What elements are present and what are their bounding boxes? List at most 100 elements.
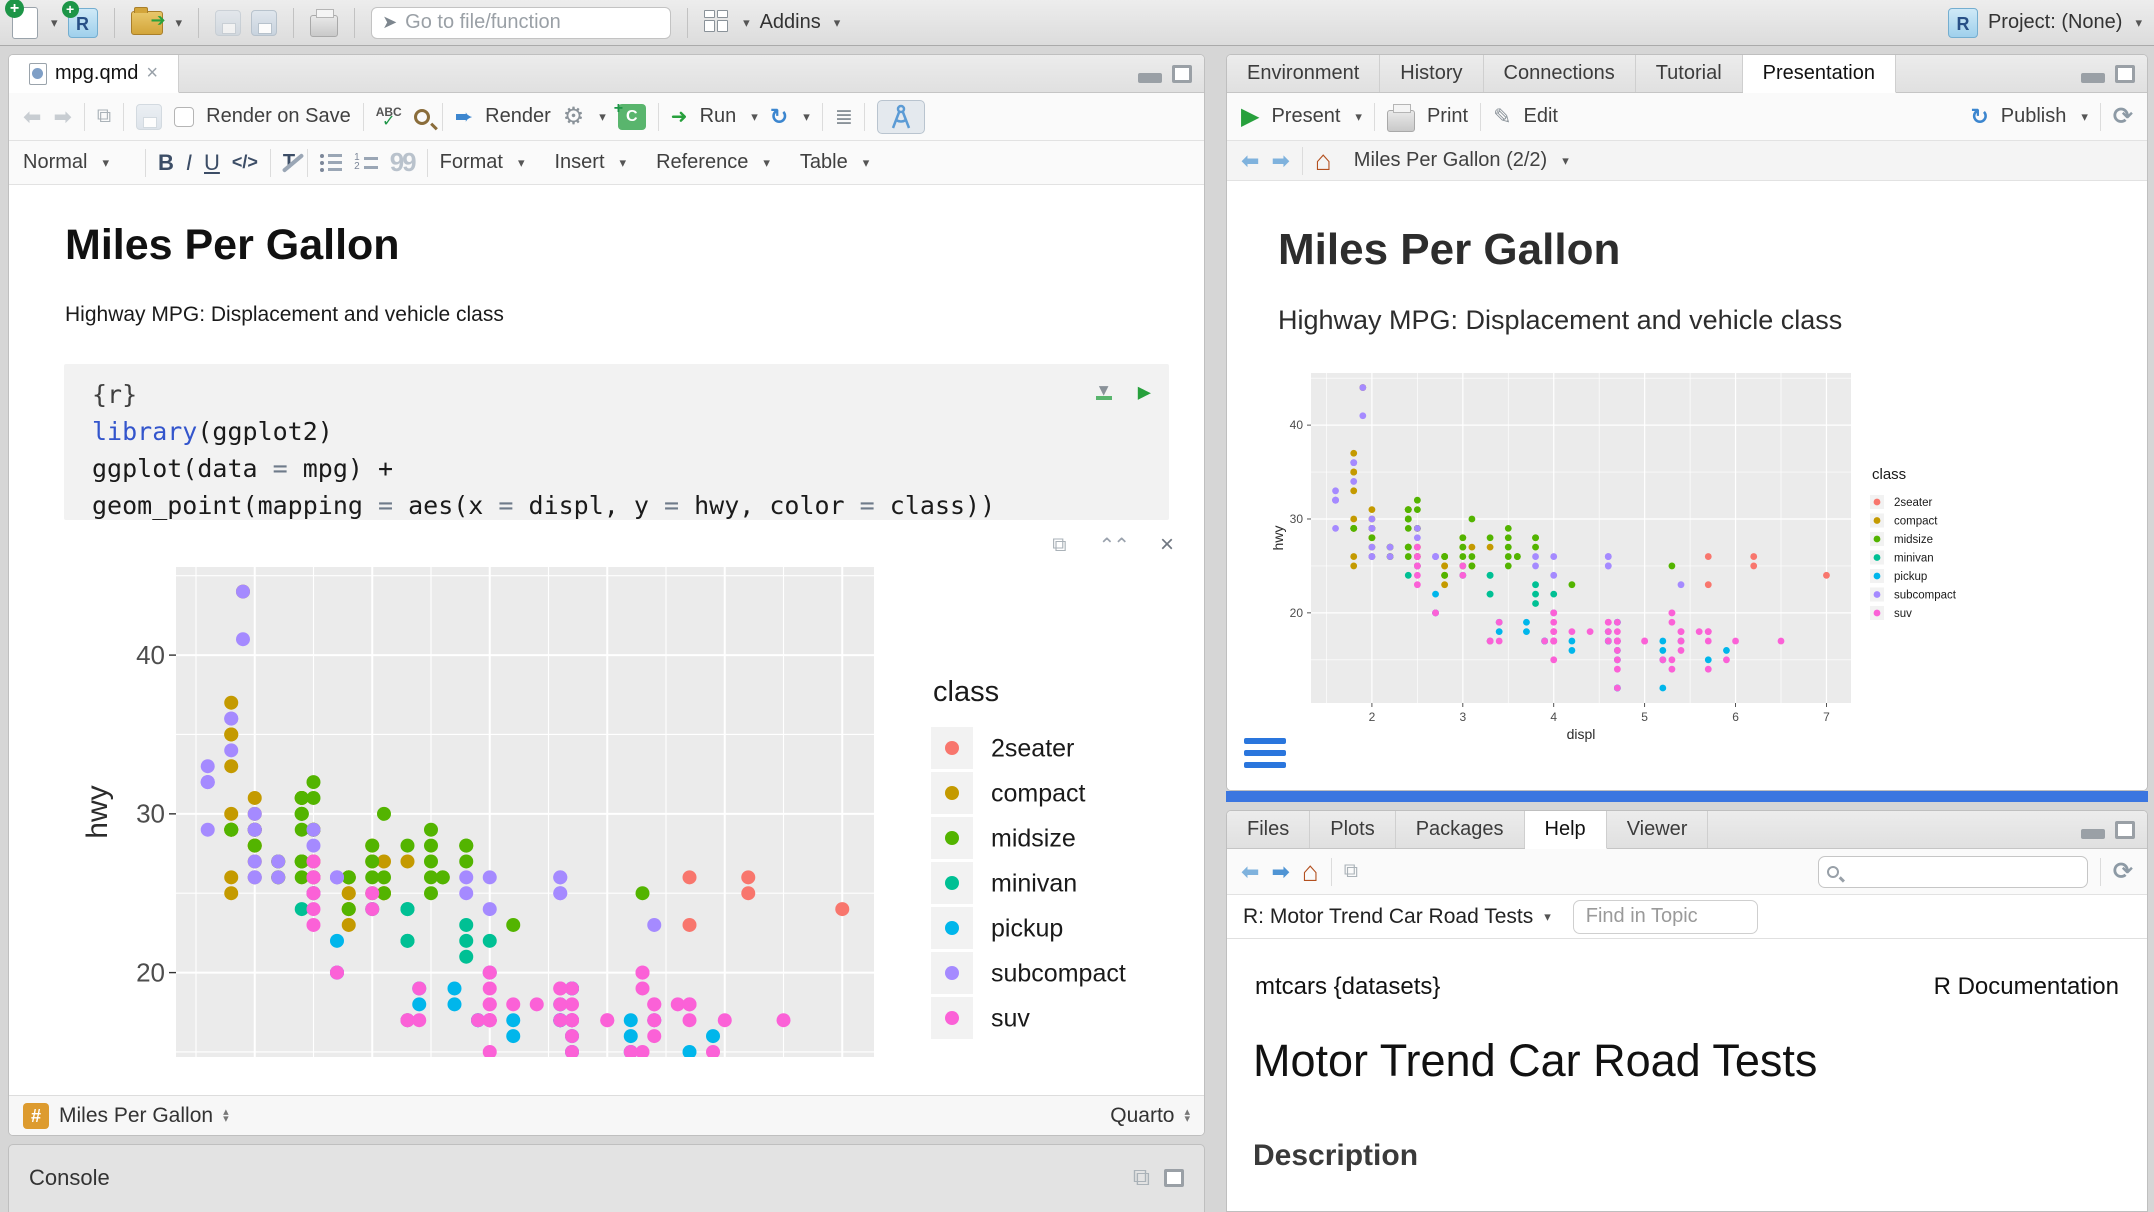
popout-source-icon[interactable]: ⧉ [97, 105, 111, 128]
tab-tutorial[interactable]: Tutorial [1636, 55, 1743, 92]
addins-dropdown[interactable]: ▾ [834, 15, 841, 31]
minimize-pane-icon[interactable] [2081, 829, 2105, 839]
help-home-icon[interactable]: ⌂ [1302, 862, 1319, 882]
help-forward-icon[interactable]: ➡ [1271, 859, 1289, 885]
panes-layout-icon[interactable] [704, 10, 730, 36]
open-file-dropdown[interactable]: ▾ [176, 15, 183, 31]
panes-dropdown[interactable]: ▾ [743, 15, 750, 31]
find-in-topic-input[interactable]: Find in Topic [1573, 900, 1758, 934]
slide-back-icon[interactable]: ⬅ [1241, 148, 1259, 174]
insert-chunk-icon[interactable]: C [618, 104, 646, 130]
print-icon[interactable] [310, 15, 338, 37]
bullet-list-icon[interactable] [320, 154, 342, 172]
minimize-pane-icon[interactable] [1138, 73, 1162, 83]
run-chunk-icon[interactable]: ▶ [1138, 374, 1151, 411]
open-file-icon[interactable] [131, 11, 163, 35]
save-all-icon[interactable] [251, 10, 277, 36]
code-button[interactable]: </> [232, 152, 258, 173]
table-menu[interactable]: Table [800, 151, 848, 174]
clear-format-icon[interactable]: T [283, 151, 295, 174]
maximize-pane-icon[interactable] [2115, 65, 2135, 83]
slide-selector[interactable]: Miles Per Gallon (2/2) [1354, 149, 1547, 172]
popout-output-icon[interactable]: ⧉ [1052, 534, 1066, 557]
tab-packages[interactable]: Packages [1396, 811, 1525, 848]
tab-environment[interactable]: Environment [1227, 55, 1380, 92]
render-button[interactable]: Render [485, 105, 551, 128]
tab-viewer[interactable]: Viewer [1607, 811, 1709, 848]
render-on-save-checkbox[interactable] [174, 107, 194, 127]
run-chunks-above-icon[interactable]: ▼ [1096, 385, 1112, 400]
tab-help[interactable]: Help [1525, 811, 1607, 849]
tab-plots[interactable]: Plots [1310, 811, 1395, 848]
maximize-pane-icon[interactable] [2115, 821, 2135, 839]
new-file-dropdown[interactable]: ▾ [51, 15, 58, 31]
search-doc-icon[interactable] [414, 109, 430, 125]
project-menu[interactable]: Project: (None) [1988, 11, 2123, 34]
numbered-list-icon[interactable]: 1 2 [354, 155, 378, 170]
code-chunk[interactable]: {r} library(ggplot2)ggplot(data = mpg) +… [64, 364, 1169, 520]
outline-toggle-icon[interactable]: ≣ [835, 104, 852, 130]
status-heading-select[interactable]: Miles Per Gallon [59, 1104, 213, 1128]
goto-file-input[interactable]: ➤ Go to file/function [371, 7, 671, 39]
back-icon[interactable]: ⬅ [23, 104, 41, 130]
italic-button[interactable]: I [186, 150, 192, 176]
slide-forward-icon[interactable]: ➡ [1271, 148, 1289, 174]
help-search-input[interactable] [1818, 856, 2088, 888]
underline-button[interactable]: U [204, 150, 220, 176]
popout-console-icon[interactable]: ⧉ [1133, 1164, 1150, 1192]
present-dropdown[interactable]: ▾ [1355, 109, 1362, 125]
visual-editor-toggle[interactable] [877, 100, 925, 134]
slide-selector-dropdown[interactable]: ▾ [1562, 153, 1569, 169]
run-dropdown[interactable]: ▾ [751, 109, 758, 125]
tab-files[interactable]: Files [1227, 811, 1310, 848]
publish-dropdown[interactable]: ▾ [2081, 109, 2088, 125]
close-output-icon[interactable]: × [1160, 531, 1174, 559]
refresh-help-icon[interactable]: ⟳ [2113, 857, 2133, 886]
new-file-icon[interactable] [12, 7, 38, 39]
topic-select[interactable]: R: Motor Trend Car Road Tests [1243, 905, 1533, 929]
gear-icon[interactable]: ⚙ [563, 102, 585, 131]
spellcheck-icon[interactable]: ABC✓ [376, 107, 402, 127]
maximize-console-icon[interactable] [1164, 1169, 1184, 1187]
tab-mpg-qmd[interactable]: mpg.qmd × [9, 55, 179, 93]
collapse-output-icon[interactable]: ⌃⌃ [1098, 533, 1128, 558]
minimize-pane-icon[interactable] [2081, 73, 2105, 83]
forward-icon[interactable]: ➡ [53, 104, 71, 130]
save-doc-icon[interactable] [136, 104, 162, 130]
print-slides-icon[interactable] [1387, 110, 1415, 132]
addins-menu[interactable]: Addins [760, 11, 821, 34]
project-dropdown[interactable]: ▾ [2135, 15, 2142, 31]
tab-presentation[interactable]: Presentation [1743, 55, 1896, 93]
document-canvas[interactable]: Miles Per Gallon Highway MPG: Displaceme… [9, 185, 1204, 1057]
paragraph-style-select[interactable]: Normal [23, 151, 87, 174]
new-project-icon[interactable]: R [68, 8, 98, 38]
insert-menu[interactable]: Insert [555, 151, 605, 174]
bold-button[interactable]: B [158, 150, 174, 176]
present-button[interactable]: Present [1271, 105, 1340, 128]
topic-dropdown[interactable]: ▾ [1544, 909, 1551, 925]
popout-help-icon[interactable]: ⧉ [1344, 860, 1358, 883]
rerun-icon[interactable]: ↻ [770, 104, 788, 130]
refresh-presentation-icon[interactable]: ⟳ [2113, 102, 2133, 131]
doc-type-select[interactable]: Quarto [1110, 1104, 1174, 1128]
reference-menu[interactable]: Reference [656, 151, 748, 174]
tab-history[interactable]: History [1380, 55, 1483, 92]
pane-focus-divider[interactable] [1226, 791, 2148, 802]
slide-home-icon[interactable]: ⌂ [1315, 151, 1332, 171]
svg-text:2: 2 [1369, 710, 1376, 724]
help-back-icon[interactable]: ⬅ [1241, 859, 1259, 885]
tab-connections[interactable]: Connections [1484, 55, 1636, 92]
maximize-pane-icon[interactable] [1172, 65, 1192, 83]
print-button[interactable]: Print [1427, 105, 1468, 128]
close-tab-icon[interactable]: × [146, 62, 158, 85]
edit-button[interactable]: Edit [1524, 105, 1558, 128]
publish-button[interactable]: Publish [2001, 105, 2067, 128]
run-button[interactable]: Run [700, 105, 737, 128]
blockquote-icon[interactable]: 99 [390, 147, 415, 178]
save-icon[interactable] [215, 10, 241, 36]
style-dropdown[interactable]: ▾ [102, 155, 109, 171]
rerun-dropdown[interactable]: ▾ [803, 109, 810, 125]
format-menu[interactable]: Format [440, 151, 503, 174]
slide-menu-icon[interactable] [1244, 738, 1286, 768]
render-options-dropdown[interactable]: ▾ [599, 109, 606, 125]
